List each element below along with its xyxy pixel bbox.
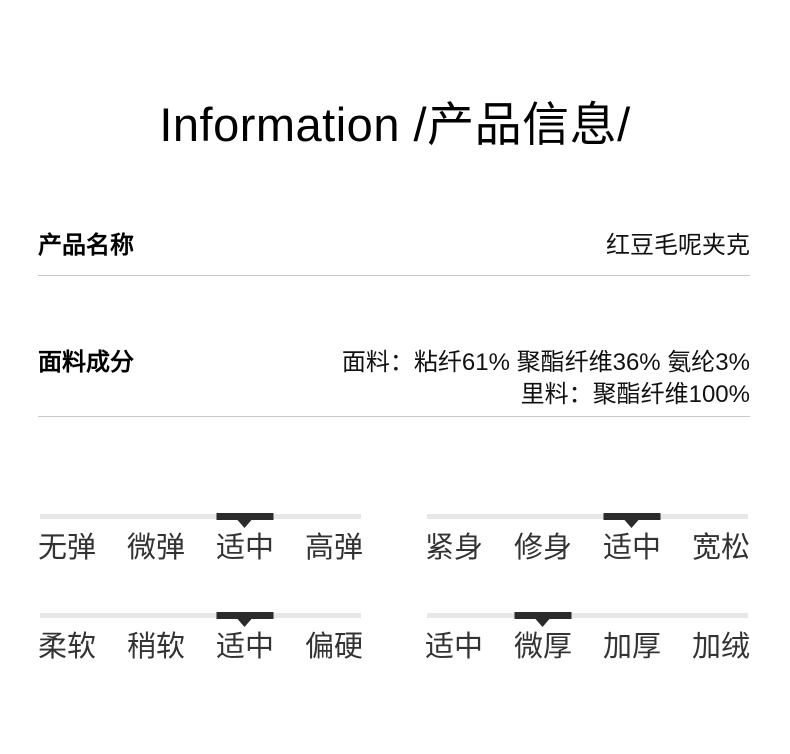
scales-row-2: 柔软 稍软 适中 偏硬 适中 微厚 加厚 加绒 xyxy=(38,612,750,664)
product-name-label: 产品名称 xyxy=(38,232,134,259)
scale-option: 适中 xyxy=(216,513,274,565)
scale-option: 加绒 xyxy=(691,631,750,663)
scale-option: 宽松 xyxy=(691,532,750,564)
scale-option: 紧身 xyxy=(425,532,484,564)
scale-marker xyxy=(216,612,274,619)
scale-track xyxy=(40,514,361,519)
scale-option: 适中 xyxy=(216,612,274,664)
scales-row-1: 无弹 微弹 适中 高弹 紧身 修身 适中 宽松 xyxy=(38,513,750,565)
product-info-page: Information /产品信息/ 产品名称 红豆毛呢夹克 面料成分 面料：粘… xyxy=(0,96,790,754)
scale-elasticity: 无弹 微弹 适中 高弹 xyxy=(38,513,363,565)
scale-thickness: 适中 微厚 加厚 加绒 xyxy=(425,612,750,664)
fabric-composition-row: 面料成分 面料：粘纤61% 聚酯纤维36% 氨纶3% 里料：聚酯纤维100% xyxy=(38,347,750,417)
fabric-composition-value: 面料：粘纤61% 聚酯纤维36% 氨纶3% 里料：聚酯纤维100% xyxy=(342,347,750,411)
scale-option: 修身 xyxy=(513,532,572,564)
scale-marker xyxy=(216,513,274,520)
scale-track xyxy=(427,514,748,519)
scale-options: 柔软 稍软 适中 偏硬 xyxy=(38,612,363,664)
fabric-composition-label: 面料成分 xyxy=(38,349,134,376)
scale-track xyxy=(40,613,361,618)
scale-options: 无弹 微弹 适中 高弹 xyxy=(38,513,363,565)
scale-option: 适中 xyxy=(603,513,661,565)
scale-marker xyxy=(514,612,572,619)
scale-marker xyxy=(603,513,661,520)
product-name-row: 产品名称 红豆毛呢夹克 xyxy=(38,230,750,276)
scale-option: 微厚 xyxy=(514,612,572,664)
scale-option: 稍软 xyxy=(126,631,185,663)
scale-option: 加厚 xyxy=(602,631,661,663)
page-title: Information /产品信息/ xyxy=(159,98,631,151)
product-name-value: 红豆毛呢夹克 xyxy=(606,232,750,259)
scale-track xyxy=(427,613,748,618)
scale-options: 适中 微厚 加厚 加绒 xyxy=(425,612,750,664)
scale-option: 柔软 xyxy=(38,631,97,663)
fabric-shell-line: 面料：粘纤61% 聚酯纤维36% 氨纶3% xyxy=(341,349,750,376)
scale-option: 微弹 xyxy=(126,532,185,564)
scale-fit: 紧身 修身 适中 宽松 xyxy=(425,513,750,565)
scale-softness: 柔软 稍软 适中 偏硬 xyxy=(38,612,363,664)
scale-options: 紧身 修身 适中 宽松 xyxy=(425,513,750,565)
scale-option: 高弹 xyxy=(304,532,363,564)
scale-option: 偏硬 xyxy=(304,631,363,663)
fabric-lining-line: 里料：聚酯纤维100% xyxy=(520,381,750,408)
scale-option: 无弹 xyxy=(38,532,97,564)
scale-option: 适中 xyxy=(425,631,484,663)
